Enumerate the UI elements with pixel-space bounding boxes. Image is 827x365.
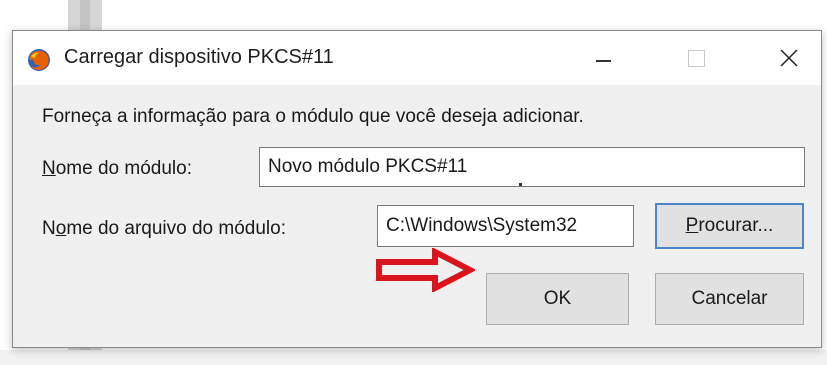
minimize-icon xyxy=(595,60,611,62)
title-bar[interactable]: Carregar dispositivo PKCS#11 xyxy=(13,31,821,85)
close-button[interactable] xyxy=(759,31,819,85)
red-arrow-icon xyxy=(376,248,475,292)
module-file-label: Nome do arquivo do módulo: xyxy=(42,218,286,239)
cancel-button[interactable]: Cancelar xyxy=(655,273,804,325)
ok-button[interactable]: OK xyxy=(486,273,629,325)
cursor-mark xyxy=(519,183,522,186)
firefox-icon xyxy=(28,49,50,71)
module-name-input[interactable]: Novo módulo PKCS#11 xyxy=(259,147,805,187)
maximize-icon xyxy=(687,49,705,67)
browse-button[interactable]: Procurar... xyxy=(655,203,804,249)
background-area xyxy=(0,350,827,365)
pkcs11-dialog: Carregar dispositivo PKCS#11 Forneça a i… xyxy=(12,30,822,348)
instruction-text: Forneça a informação para o módulo que v… xyxy=(42,106,584,127)
close-icon xyxy=(780,49,798,67)
module-name-label: Nome do módulo: xyxy=(42,158,192,179)
window-title: Carregar dispositivo PKCS#11 xyxy=(64,46,334,68)
module-file-input[interactable]: C:\Windows\System32 xyxy=(377,205,634,247)
maximize-button[interactable] xyxy=(666,31,726,85)
minimize-button[interactable] xyxy=(573,31,633,85)
